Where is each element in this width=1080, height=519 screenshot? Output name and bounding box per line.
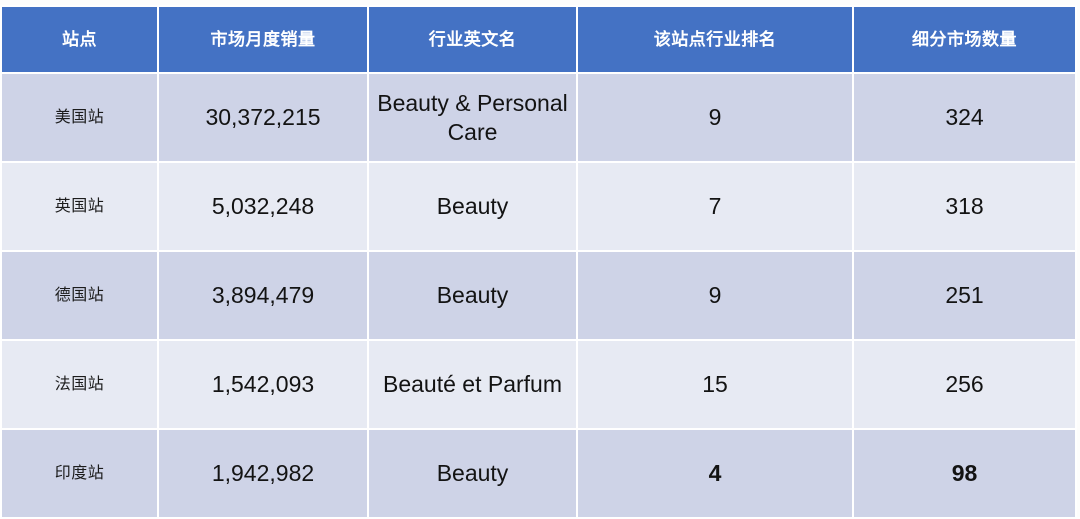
cell-segments: 98 [854,430,1075,517]
cell-sales: 3,894,479 [159,252,367,339]
table-row: 英国站 5,032,248 Beauty 7 318 [2,163,1075,250]
column-header-rank[interactable]: 该站点行业排名 [578,7,852,72]
cell-segments: 318 [854,163,1075,250]
cell-rank: 9 [578,252,852,339]
cell-site: 法国站 [2,341,157,428]
cell-sales: 1,942,982 [159,430,367,517]
table-row: 德国站 3,894,479 Beauty 9 251 [2,252,1075,339]
cell-sales: 1,542,093 [159,341,367,428]
column-header-sales[interactable]: 市场月度销量 [159,7,367,72]
cell-industry: Beauté et Parfum [369,341,576,428]
cell-industry: Beauty & Personal Care [369,74,576,161]
cell-rank: 4 [578,430,852,517]
column-header-industry[interactable]: 行业英文名 [369,7,576,72]
page-root: 站点 市场月度销量 行业英文名 该站点行业排名 细分市场数量 美国站 30,37… [0,0,1080,519]
cell-rank: 15 [578,341,852,428]
market-data-table: 站点 市场月度销量 行业英文名 该站点行业排名 细分市场数量 美国站 30,37… [0,5,1077,519]
cell-industry: Beauty [369,430,576,517]
cell-sales: 30,372,215 [159,74,367,161]
table-header: 站点 市场月度销量 行业英文名 该站点行业排名 细分市场数量 [2,7,1075,72]
table-body: 美国站 30,372,215 Beauty & Personal Care 9 … [2,74,1075,517]
cell-site: 英国站 [2,163,157,250]
column-header-site[interactable]: 站点 [2,7,157,72]
header-row: 站点 市场月度销量 行业英文名 该站点行业排名 细分市场数量 [2,7,1075,72]
cell-site: 美国站 [2,74,157,161]
cell-segments: 256 [854,341,1075,428]
table-row: 美国站 30,372,215 Beauty & Personal Care 9 … [2,74,1075,161]
cell-rank: 7 [578,163,852,250]
cell-sales: 5,032,248 [159,163,367,250]
table-row: 印度站 1,942,982 Beauty 4 98 [2,430,1075,517]
column-header-segments[interactable]: 细分市场数量 [854,7,1075,72]
table-row: 法国站 1,542,093 Beauté et Parfum 15 256 [2,341,1075,428]
cell-industry: Beauty [369,252,576,339]
market-table-container: 站点 市场月度销量 行业英文名 该站点行业排名 细分市场数量 美国站 30,37… [0,5,1077,519]
cell-industry: Beauty [369,163,576,250]
cell-rank: 9 [578,74,852,161]
cell-segments: 251 [854,252,1075,339]
cell-site: 印度站 [2,430,157,517]
cell-segments: 324 [854,74,1075,161]
cell-site: 德国站 [2,252,157,339]
